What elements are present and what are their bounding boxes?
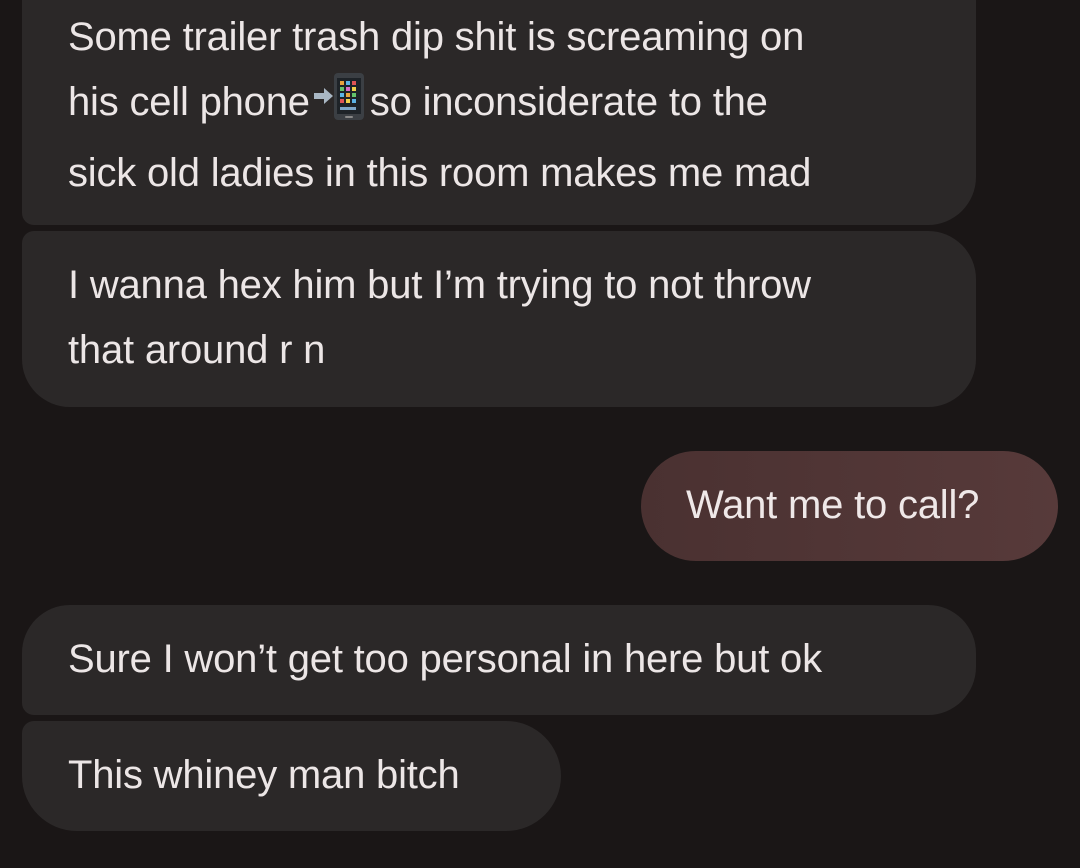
message-line: Some trailer trash dip shit is screaming…	[68, 15, 805, 59]
message-text: so inconsiderate to the	[369, 80, 768, 124]
message-line: his cell phone so inconsiderate to the	[68, 70, 930, 141]
message-line: sick old ladies in this room makes me ma…	[68, 151, 812, 195]
incoming-message-bubble[interactable]: Sure I won’t get too personal in here bu…	[22, 605, 976, 715]
message-text: his cell phone	[68, 80, 310, 124]
message-line: I wanna hex him but I’m trying to not th…	[68, 263, 811, 307]
message-line: This whiney man bitch	[68, 753, 460, 797]
message-line: Want me to call?	[686, 483, 980, 527]
message-line: that around r n	[68, 328, 326, 372]
incoming-message-bubble[interactable]: Some trailer trash dip shit is screaming…	[22, 0, 976, 225]
incoming-message-bubble[interactable]: This whiney man bitch	[22, 721, 561, 831]
outgoing-message-bubble[interactable]: Want me to call?	[641, 451, 1058, 561]
message-line: Sure I won’t get too personal in here bu…	[68, 637, 822, 681]
incoming-message-bubble[interactable]: I wanna hex him but I’m trying to not th…	[22, 231, 976, 407]
phone-with-arrow-emoji-icon	[312, 71, 366, 141]
